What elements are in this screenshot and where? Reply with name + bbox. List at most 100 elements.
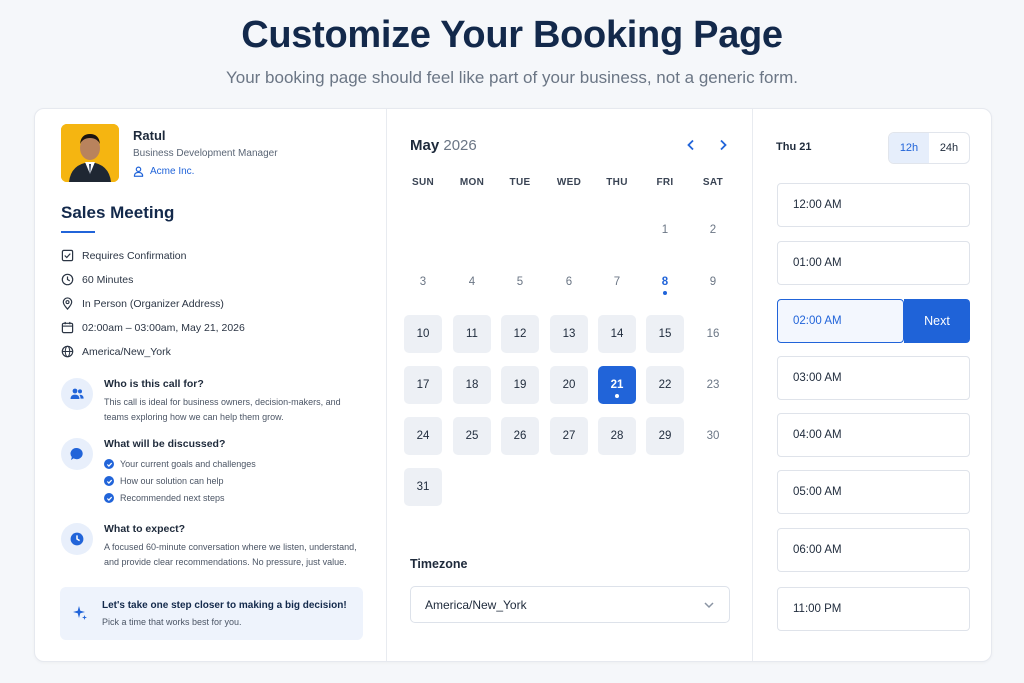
day-number: 29 <box>658 430 672 442</box>
calendar-day[interactable]: 28 <box>598 417 636 455</box>
meta-duration: 60 Minutes <box>61 273 133 286</box>
time-slot-selected[interactable]: 02:00 AM <box>777 299 904 343</box>
day-number: 5 <box>516 276 524 288</box>
time-format-toggle: 12h 24h <box>888 132 970 164</box>
sparkle-icon <box>73 606 87 620</box>
time-slots-panel: Thu 21 12h 24h 12:00 AM 01:00 AM 02:00 AM N… <box>753 109 991 661</box>
timezone-select[interactable]: America/New_York <box>410 586 730 623</box>
calendar-day: 5 <box>501 263 539 301</box>
clock-icon <box>61 523 93 555</box>
clock-icon <box>61 273 74 286</box>
discussed-item: How our solution can help <box>104 476 224 486</box>
meta-timezone: America/New_York <box>61 345 171 358</box>
day-number: 4 <box>468 276 476 288</box>
users-icon <box>61 378 93 410</box>
time-slot[interactable]: 03:00 AM <box>777 356 970 400</box>
title-underline <box>61 231 95 233</box>
discussed-item: Your current goals and challenges <box>104 459 256 469</box>
section-expect-title: What to expect? <box>104 523 186 535</box>
chevron-right-icon <box>720 139 727 151</box>
calendar-day[interactable]: 15 <box>646 315 684 353</box>
time-slot[interactable]: 12:00 AM <box>777 183 970 227</box>
calendar-day[interactable]: 14 <box>598 315 636 353</box>
calendar-day[interactable]: 29 <box>646 417 684 455</box>
day-number: 19 <box>513 379 527 391</box>
calendar-panel: May 2026 SUN MON TUE WED THU FRI SAT 1 2 3 4 5 6 7 8 9 1… <box>387 109 753 661</box>
next-button[interactable]: Next <box>904 299 970 343</box>
timezone-value: America/New_York <box>425 597 527 612</box>
meta-datetime: 02:00am – 03:00am, May 21, 2026 <box>61 321 245 334</box>
section-who-body: This call is ideal for business owners, … <box>104 397 341 422</box>
hero-title: Customize Your Booking Page <box>241 14 783 56</box>
calendar-day[interactable]: 24 <box>404 417 442 455</box>
calendar-day[interactable]: 27 <box>550 417 588 455</box>
calendar-day[interactable]: 25 <box>453 417 491 455</box>
calendar-day[interactable]: 18 <box>453 366 491 404</box>
selected-day-indicator <box>615 394 619 398</box>
prev-month-button[interactable] <box>681 135 701 155</box>
next-month-button[interactable] <box>713 135 733 155</box>
day-number: 21 <box>610 379 624 391</box>
calendar-day: 7 <box>598 263 636 301</box>
timezone-label: Timezone <box>410 557 468 571</box>
event-details-panel: Ratul Business Development Manager Acme … <box>35 109 387 661</box>
time-slot[interactable]: 01:00 AM <box>777 241 970 285</box>
section-who: Who is this call for? This call is ideal… <box>61 378 367 438</box>
avatar <box>61 124 119 182</box>
calendar-day: 23 <box>694 366 732 404</box>
day-number: 15 <box>658 328 672 340</box>
calendar-day: 30 <box>694 417 732 455</box>
calendar-day[interactable]: 12 <box>501 315 539 353</box>
cta-title: Let's take one step closer to making a b… <box>102 600 347 611</box>
day-number: 24 <box>416 430 430 442</box>
calendar-day: 9 <box>694 263 732 301</box>
calendar-day[interactable]: 20 <box>550 366 588 404</box>
calendar-day: 3 <box>404 263 442 301</box>
time-slot[interactable]: 11:00 PM <box>777 587 970 631</box>
calendar-day: 16 <box>694 315 732 353</box>
calendar-day[interactable]: 13 <box>550 315 588 353</box>
day-number: 30 <box>706 430 720 442</box>
day-number: 8 <box>661 276 669 288</box>
user-icon <box>133 166 144 177</box>
time-slot[interactable]: 06:00 AM <box>777 528 970 572</box>
check-circle-icon <box>104 459 114 469</box>
chat-bubble-icon <box>61 438 93 470</box>
meta-location: In Person (Organizer Address) <box>61 297 224 310</box>
time-slot[interactable]: 04:00 AM <box>777 413 970 457</box>
checkbox-icon <box>61 249 74 262</box>
calendar-day[interactable]: 31 <box>404 468 442 506</box>
calendar-day: 6 <box>550 263 588 301</box>
calendar-day[interactable]: 17 <box>404 366 442 404</box>
day-number: 16 <box>706 328 720 340</box>
location-pin-icon <box>62 297 73 310</box>
selected-date-label: Thu 21 <box>776 141 812 153</box>
calendar-day[interactable]: 11 <box>453 315 491 353</box>
weekday-header: THU <box>606 177 628 188</box>
calendar-day[interactable]: 10 <box>404 315 442 353</box>
calendar-day: 4 <box>453 263 491 301</box>
format-12h-button[interactable]: 12h <box>889 133 929 163</box>
weekday-header: MON <box>459 177 485 188</box>
day-number: 27 <box>562 430 576 442</box>
day-number: 23 <box>706 379 720 391</box>
day-number: 13 <box>562 328 576 340</box>
section-expect-body: A focused 60-minute conversation where w… <box>104 542 357 567</box>
host-company[interactable]: Acme Inc. <box>133 166 194 177</box>
day-number: 12 <box>513 328 527 340</box>
day-number: 9 <box>709 276 717 288</box>
calendar-day[interactable]: 26 <box>501 417 539 455</box>
calendar-day[interactable]: 19 <box>501 366 539 404</box>
calendar-day-selected[interactable]: 21 <box>598 366 636 404</box>
cta-subtitle: Pick a time that works best for you. <box>102 617 242 627</box>
chevron-left-icon <box>687 139 694 151</box>
day-number: 2 <box>709 224 717 236</box>
weekday-header: SAT <box>702 177 724 188</box>
check-circle-icon <box>104 476 114 486</box>
day-number: 10 <box>416 328 430 340</box>
time-slot[interactable]: 05:00 AM <box>777 470 970 514</box>
section-who-title: Who is this call for? <box>104 378 204 390</box>
booking-card: Ratul Business Development Manager Acme … <box>34 108 992 662</box>
format-24h-button[interactable]: 24h <box>929 133 969 163</box>
calendar-day[interactable]: 22 <box>646 366 684 404</box>
